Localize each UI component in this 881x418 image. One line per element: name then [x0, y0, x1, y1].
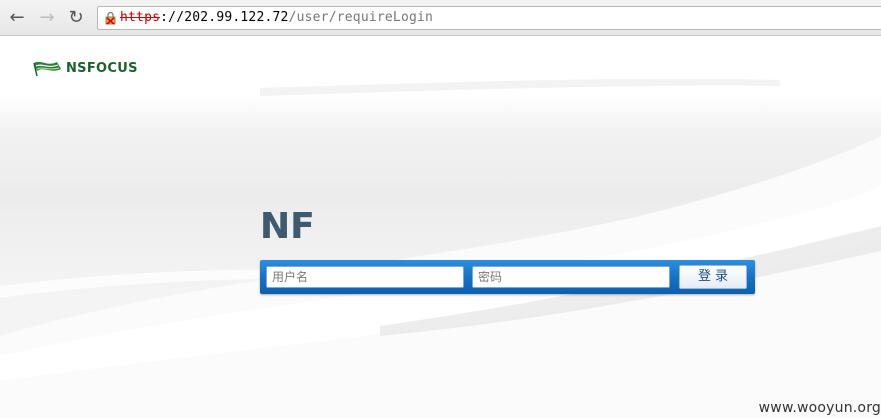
- logo-text: NSFOCUS: [66, 60, 138, 76]
- broken-lock-icon[interactable]: [105, 11, 116, 25]
- brand-title: NF: [260, 206, 315, 247]
- url-text: https://202.99.122.72/user/requireLogin: [120, 10, 433, 25]
- forward-arrow-icon[interactable]: →: [36, 6, 58, 28]
- url-scheme: https: [120, 10, 161, 25]
- reload-icon[interactable]: ↻: [65, 6, 87, 28]
- background-swoosh: [0, 78, 881, 418]
- address-bar[interactable]: https://202.99.122.72/user/requireLogin: [97, 6, 881, 30]
- password-input[interactable]: [472, 266, 670, 288]
- browser-toolbar: ← → ↻ https://202.99.122.72/user/require…: [0, 0, 881, 36]
- flag-logo-icon: [33, 61, 61, 77]
- url-path: /user/requireLogin: [288, 10, 434, 25]
- nsfocus-logo: NSFOCUS: [33, 59, 138, 77]
- username-input[interactable]: [266, 266, 464, 288]
- login-page: NSFOCUS NF 登录 www.wooyun.org: [0, 36, 881, 418]
- url-host: ://202.99.122.72: [160, 10, 289, 25]
- back-arrow-icon[interactable]: ←: [6, 6, 28, 28]
- login-button[interactable]: 登录: [679, 265, 747, 289]
- login-form: 登录: [260, 260, 755, 294]
- watermark: www.wooyun.org: [758, 400, 881, 416]
